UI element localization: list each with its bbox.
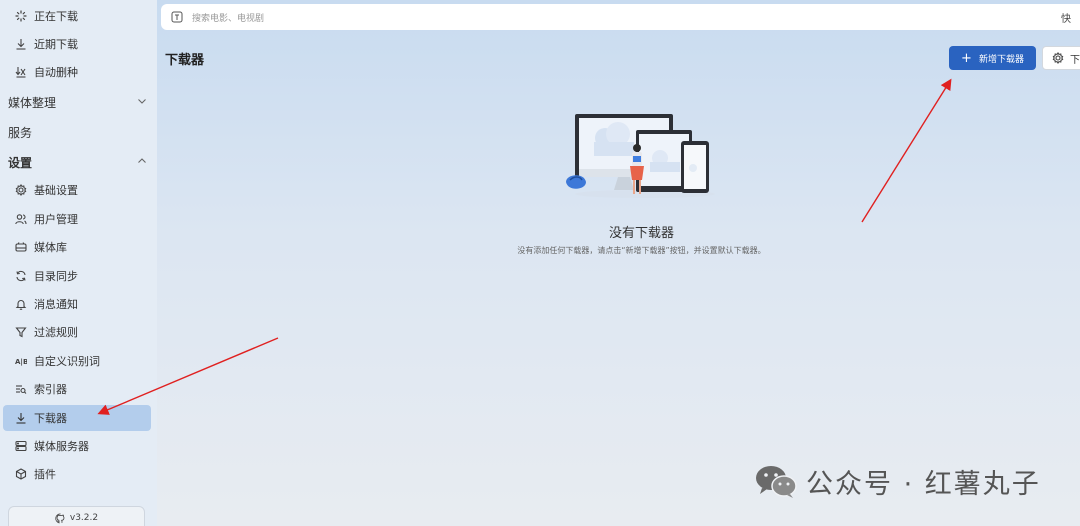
empty-state-title: 没有下载器 xyxy=(608,226,674,241)
sidebar-item-label: 消息通知 xyxy=(34,298,78,311)
version-badge[interactable]: v3.2.2 xyxy=(8,506,145,526)
sidebar-item-label: 目录同步 xyxy=(34,270,78,283)
search-right-text: 快 xyxy=(1061,13,1071,25)
sidebar-item-plugins[interactable]: 插件 xyxy=(3,461,151,487)
sidebar-group-label: 媒体整理 xyxy=(8,95,57,110)
ab-icon: A|B xyxy=(14,355,27,368)
add-downloader-button[interactable]: + 新增下载器 xyxy=(949,46,1036,70)
gear-icon xyxy=(1052,52,1064,64)
plugin-icon xyxy=(14,468,27,481)
sidebar-item-downloading[interactable]: 正在下载 xyxy=(3,3,151,29)
sidebar-group-media[interactable]: 媒体整理 xyxy=(0,88,157,116)
downloader-settings-label: 下 xyxy=(1070,54,1080,66)
sidebar-item-label: 索引器 xyxy=(34,383,67,396)
search-shortcut-icon xyxy=(171,11,183,23)
github-icon xyxy=(55,513,65,524)
sidebar-item-directory-sync[interactable]: 目录同步 xyxy=(3,263,151,289)
add-downloader-label: 新增下载器 xyxy=(978,54,1024,65)
gear-icon xyxy=(14,184,27,197)
sidebar-item-auto-delete[interactable]: 自动删种 xyxy=(3,59,151,85)
sidebar-item-downloader[interactable]: 下载器 xyxy=(3,405,151,431)
empty-devices-illustration xyxy=(566,114,715,198)
sync-icon xyxy=(14,270,27,283)
sidebar-item-label: 媒体服务器 xyxy=(34,440,89,453)
annotation-arrows xyxy=(97,78,952,415)
chevron-down-icon xyxy=(138,99,146,104)
page-title: 下载器 xyxy=(165,53,205,68)
sidebar-item-filter-rules[interactable]: 过滤规则 xyxy=(3,319,151,345)
downloader-settings-button[interactable]: 下 xyxy=(1042,46,1080,70)
sidebar-item-label: 近期下载 xyxy=(34,38,78,51)
watermark-text: 公众号 · 红薯丸子 xyxy=(806,469,1041,500)
sidebar-item-label: 下载器 xyxy=(34,412,67,425)
wechat-icon xyxy=(756,465,797,498)
sidebar-item-label: 基础设置 xyxy=(34,184,78,197)
auto-delete-icon xyxy=(14,66,27,79)
sidebar-item-label: 正在下载 xyxy=(34,10,78,23)
server-icon xyxy=(14,440,27,453)
download-icon xyxy=(14,38,27,51)
version-label: v3.2.2 xyxy=(69,513,99,523)
watermark: 公众号 · 红薯丸子 xyxy=(754,462,1041,501)
sidebar-group-service[interactable]: 服务 xyxy=(0,118,157,146)
indexer-icon xyxy=(14,383,27,396)
empty-state-description: 没有添加任何下载器，请点击“新增下载器”按钮，并设置默认下载器。 xyxy=(517,246,766,255)
sidebar-item-media-server[interactable]: 媒体服务器 xyxy=(3,433,151,459)
chevron-up-icon xyxy=(138,158,146,163)
search-placeholder: 搜索电影、电视剧 xyxy=(192,13,265,24)
download-icon xyxy=(14,412,27,425)
sidebar-item-label: 插件 xyxy=(34,468,56,481)
sidebar-item-notifications[interactable]: 消息通知 xyxy=(3,291,151,317)
sidebar-group-label: 服务 xyxy=(8,125,33,140)
loading-icon xyxy=(14,10,27,23)
svg-text:A|B: A|B xyxy=(15,358,27,367)
bell-icon xyxy=(14,298,27,311)
sidebar-item-basic-settings[interactable]: 基础设置 xyxy=(3,177,151,203)
sidebar-item-custom-words[interactable]: A|B 自定义识别词 xyxy=(3,348,151,374)
filter-icon xyxy=(14,326,27,339)
sidebar-item-recent-downloads[interactable]: 近期下载 xyxy=(3,31,151,57)
search-bar[interactable]: 搜索电影、电视剧 快 xyxy=(161,4,1080,30)
plus-icon: + xyxy=(961,50,972,66)
sidebar-item-label: 自动删种 xyxy=(34,66,78,79)
sidebar: 正在下载 近期下载 自动删种 媒体整理 服务 设置 基础设置 用户管理 媒体库 … xyxy=(0,0,157,526)
sidebar-group-label: 设置 xyxy=(8,155,33,170)
sidebar-item-label: 过滤规则 xyxy=(34,326,78,339)
sidebar-item-label: 自定义识别词 xyxy=(34,355,100,368)
sidebar-group-settings[interactable]: 设置 xyxy=(0,148,157,176)
arrow-to-add-button xyxy=(861,78,952,223)
sidebar-item-indexer[interactable]: 索引器 xyxy=(3,376,151,402)
